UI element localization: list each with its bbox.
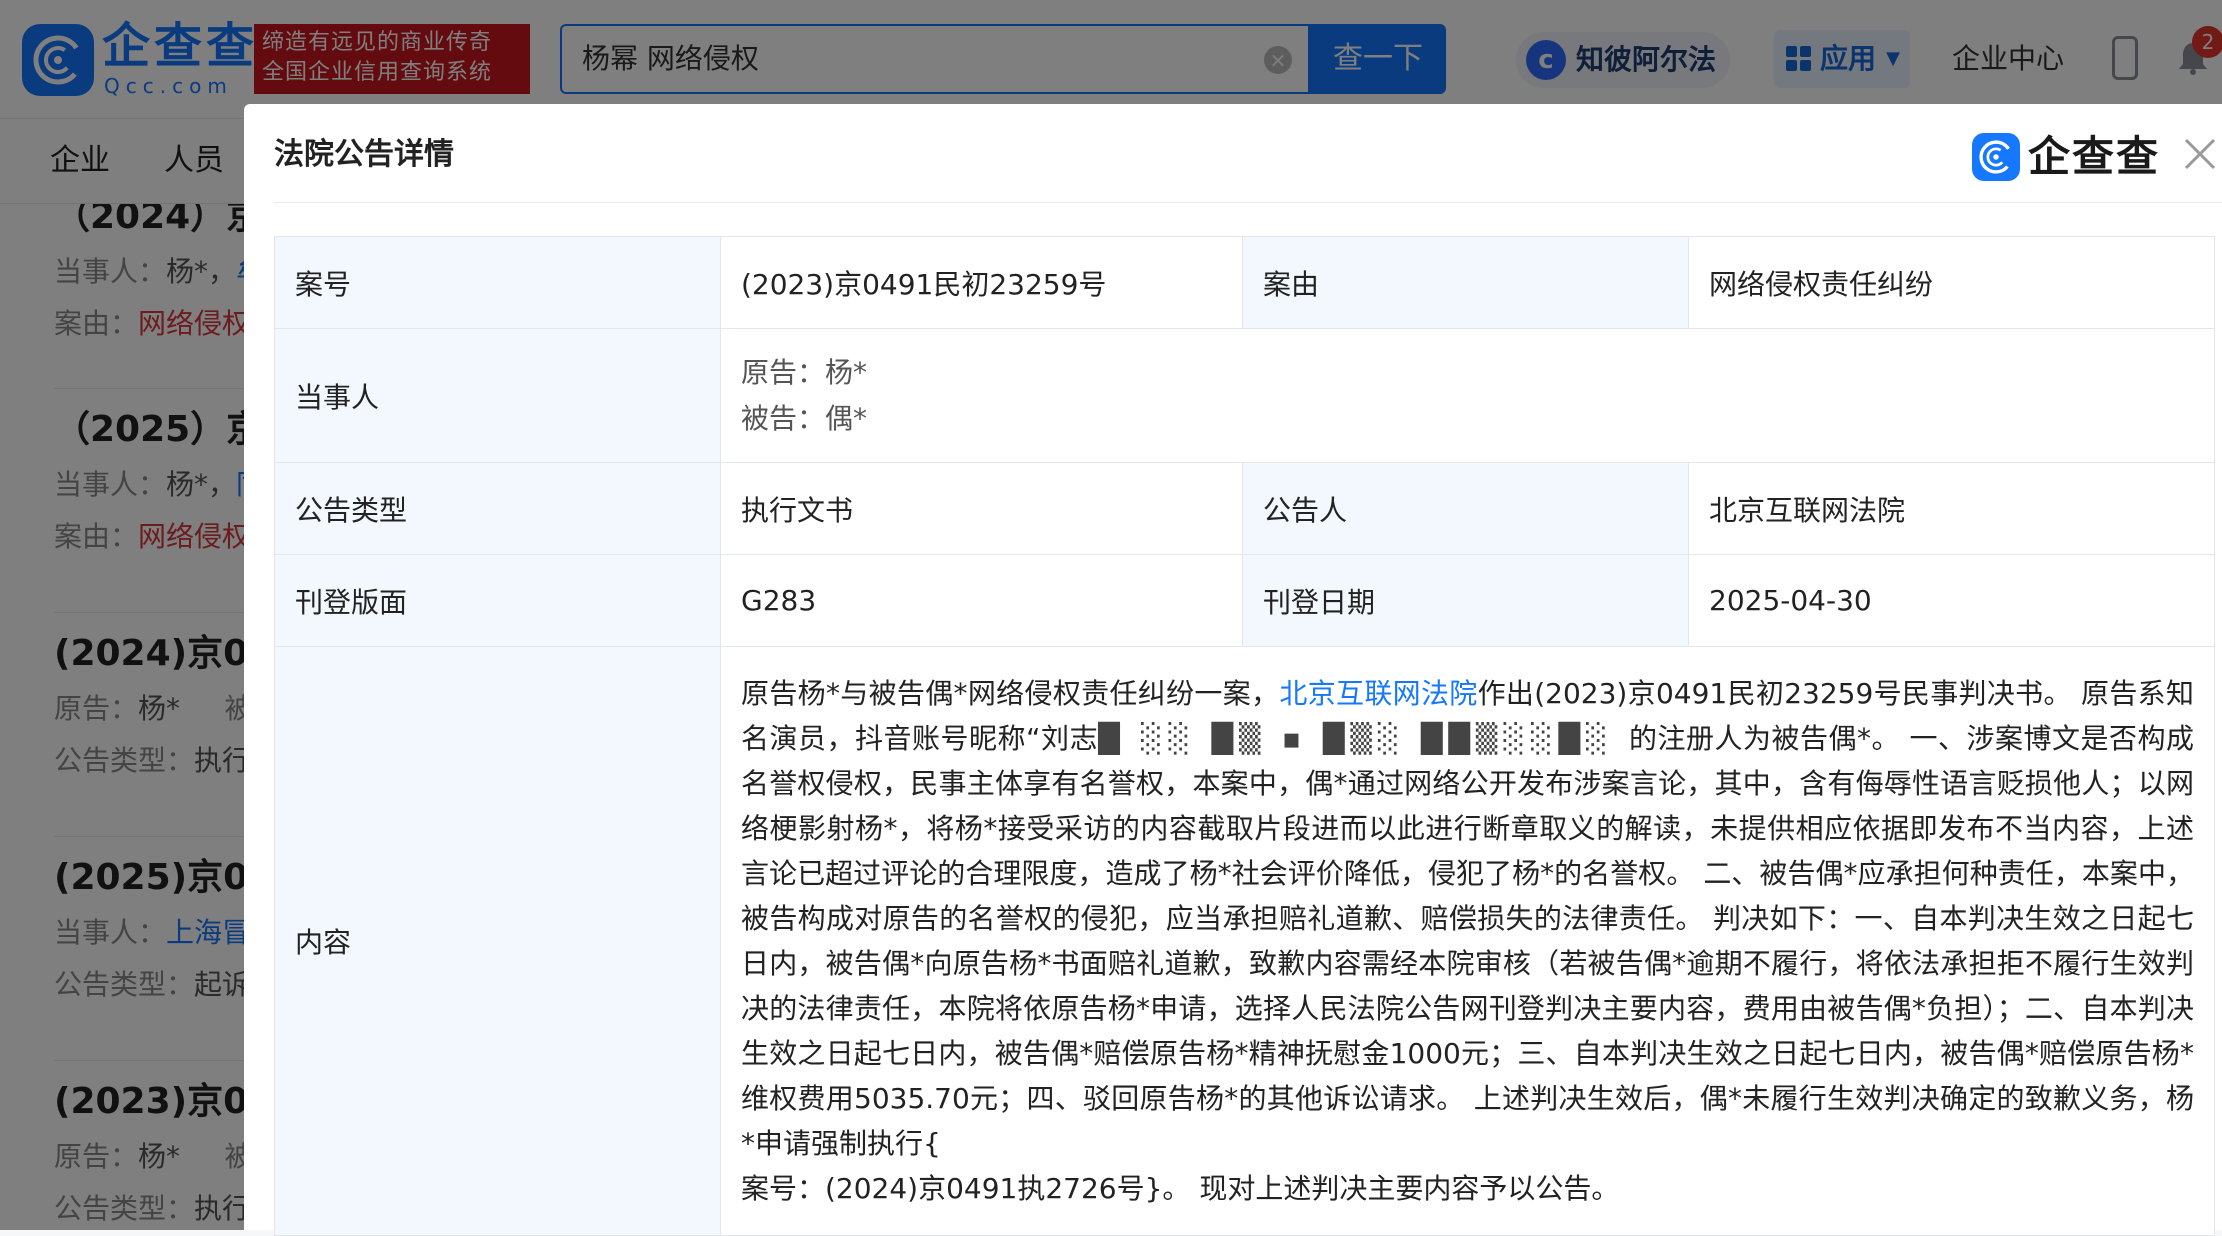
page-label: 刊登版面	[274, 554, 721, 647]
table-row: 内容 原告杨*与被告偶*网络侵权责任纠纷一案，北京互联网法院作出(2023)京0…	[274, 646, 2215, 1236]
plaintiff: 原告：杨*	[741, 355, 868, 389]
content-label: 内容	[274, 646, 721, 1236]
court-notice-modal: 法院公告详情 企查查 案号 (2023)京0491民初23259号 案由 网络侵…	[244, 104, 2222, 1236]
notice-type-value: 执行文书	[720, 462, 1243, 555]
notice-detail-table: 案号 (2023)京0491民初23259号 案由 网络侵权责任纠纷 当事人 原…	[274, 236, 2215, 1236]
content-part-3: 的注册人为被告偶*。 一、涉案博文是否构成名誉权侵权，民事主体享有名誉权，本案中…	[741, 722, 2194, 1160]
party-label: 当事人	[274, 328, 721, 463]
announcer-value: 北京互联网法院	[1688, 462, 2215, 555]
redacted-text: █ ░░ █▒ ▪ █▒░ ██▒░░█░	[1098, 722, 1629, 755]
qcc-logo-icon	[1972, 133, 2020, 181]
case-no-value: (2023)京0491民初23259号	[720, 236, 1243, 329]
page-value: G283	[720, 554, 1243, 647]
table-row: 公告类型 执行文书 公告人 北京互联网法院	[274, 462, 2215, 555]
content-value: 原告杨*与被告偶*网络侵权责任纠纷一案，北京互联网法院作出(2023)京0491…	[720, 646, 2215, 1236]
modal-logo-text: 企查查	[2028, 132, 2161, 181]
content-part-4: 案号：(2024)京0491执2726号}。 现对上述判决主要内容予以公告。	[741, 1172, 1620, 1205]
date-label: 刊登日期	[1242, 554, 1689, 647]
notice-type-label: 公告类型	[274, 462, 721, 555]
date-value: 2025-04-30	[1688, 554, 2215, 647]
court-link[interactable]: 北京互联网法院	[1279, 677, 1477, 710]
defendant: 被告：偶*	[741, 401, 868, 435]
cause-value: 网络侵权责任纠纷	[1688, 236, 2215, 329]
modal-title: 法院公告详情	[274, 137, 454, 172]
modal-logo: 企查查	[1972, 130, 2182, 184]
close-icon[interactable]	[2180, 134, 2220, 174]
case-no-label: 案号	[274, 236, 721, 329]
content-part-1: 原告杨*与被告偶*网络侵权责任纠纷一案，	[741, 677, 1280, 710]
party-value: 原告：杨* 被告：偶*	[720, 328, 2215, 463]
modal-divider	[274, 202, 2222, 203]
table-row: 当事人 原告：杨* 被告：偶*	[274, 328, 2215, 463]
table-row: 刊登版面 G283 刊登日期 2025-04-30	[274, 554, 2215, 647]
cause-label: 案由	[1242, 236, 1689, 329]
announcer-label: 公告人	[1242, 462, 1689, 555]
table-row: 案号 (2023)京0491民初23259号 案由 网络侵权责任纠纷	[274, 236, 2215, 329]
